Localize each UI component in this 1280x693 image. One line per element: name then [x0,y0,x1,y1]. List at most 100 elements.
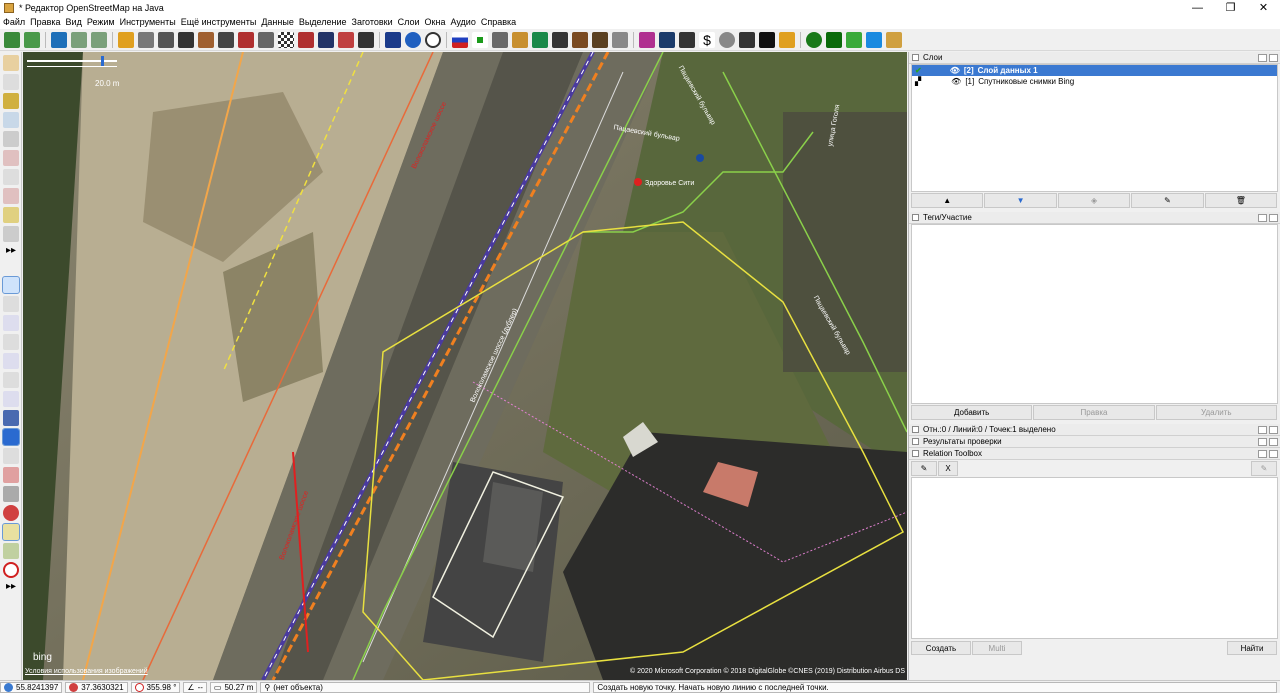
line-icon[interactable] [338,31,354,48]
properties-button[interactable]: ✎ [1131,193,1204,208]
visibility-icon[interactable]: 👁 [950,66,960,75]
shirt-icon[interactable] [659,31,675,48]
clock-icon[interactable] [425,31,441,48]
detach-icon[interactable] [1258,449,1267,458]
edit-tag-button[interactable]: Правка [1033,405,1155,420]
close-icon[interactable] [1269,449,1278,458]
person-icon[interactable] [739,31,755,48]
close-button[interactable]: ✕ [1247,0,1280,15]
merge-button[interactable]: ◈ [1057,193,1131,208]
sign-icon[interactable] [318,31,334,48]
car-icon[interactable] [358,31,374,48]
layers-toggle-icon[interactable] [2,276,20,294]
delete-tag-button[interactable]: Удалить [1155,405,1277,420]
camera-icon[interactable] [679,31,695,48]
detach-icon[interactable] [1258,425,1267,434]
menu-edit[interactable]: Правка [30,17,60,27]
paperclip-icon[interactable] [719,31,735,48]
imagery2-icon[interactable] [91,31,107,48]
map-paint-icon[interactable] [3,486,19,502]
draw-icon[interactable] [3,93,19,109]
multi-button[interactable]: Multi [972,641,1022,655]
detach-icon[interactable] [1258,437,1267,446]
imagery-icon[interactable] [71,31,87,48]
layer-row[interactable]: ▞ 👁 [1] Спутниковые снимки Bing [912,76,1277,87]
tractor-icon[interactable] [178,31,194,48]
add-tag-button[interactable]: Добавить [911,405,1033,420]
balloon-icon[interactable] [512,31,528,48]
building-icon[interactable] [218,31,234,48]
menu-data[interactable]: Данные [261,17,294,27]
download-icon[interactable] [4,31,20,48]
stop-icon[interactable] [3,562,19,578]
visibility-icon[interactable]: 👁 [951,77,961,86]
dollar-icon[interactable]: $ [699,31,715,48]
create-relation-button[interactable]: Создать [911,641,971,655]
grass-icon[interactable] [846,31,862,48]
move-up-button[interactable]: ▲ [911,193,984,208]
relation-pencil-icon[interactable]: ✎ [1251,461,1277,476]
menu-layers[interactable]: Слои [398,17,420,27]
delete-icon[interactable] [3,131,19,147]
maximize-button[interactable]: ❐ [1214,0,1247,15]
forest-icon[interactable] [826,31,842,48]
validation-icon[interactable] [2,428,20,446]
gate-icon[interactable] [138,31,154,48]
minimize-button[interactable]: — [1181,0,1214,15]
bing-icon[interactable] [51,31,67,48]
barrier-icon[interactable] [158,31,174,48]
tags-toggle-icon[interactable] [3,296,19,312]
close-icon[interactable] [1269,437,1278,446]
filter-icon[interactable] [3,315,19,331]
menu-presets[interactable]: Заготовки [352,17,393,27]
move-down-button[interactable]: ▼ [984,193,1057,208]
relation-edit-icon[interactable]: ✎ [911,461,937,476]
menu-file[interactable]: Файл [3,17,25,27]
church-icon[interactable] [612,31,628,48]
close-icon[interactable] [1269,425,1278,434]
water-icon[interactable] [866,31,882,48]
close-icon[interactable] [1269,213,1278,222]
cart-icon[interactable] [639,31,655,48]
bag-icon[interactable] [779,31,795,48]
changeset-icon[interactable] [3,372,19,388]
bollard-icon[interactable] [118,31,134,48]
menu-windows[interactable]: Окна [425,17,446,27]
menu-more-tools[interactable]: Ещё инструменты [181,17,257,27]
castle-icon[interactable] [572,31,588,48]
expand-icon[interactable] [912,438,919,445]
collapse-icon[interactable] [912,450,919,457]
history-icon[interactable] [3,334,19,350]
measurement-icon[interactable] [3,543,19,559]
tower-icon[interactable] [258,31,274,48]
globe-icon[interactable] [405,31,421,48]
tree-icon[interactable] [532,31,548,48]
wall-icon[interactable] [238,31,254,48]
detach-icon[interactable] [1258,53,1267,62]
author-icon[interactable] [3,391,19,407]
conflict-icon[interactable] [3,353,19,369]
select-icon[interactable] [3,55,19,71]
fuel-icon[interactable] [492,31,508,48]
relation-icon[interactable] [3,410,19,426]
detach-icon[interactable] [1258,213,1267,222]
menu-view[interactable]: Вид [66,17,82,27]
more-dialogs-icon[interactable]: ▸▸ [3,581,19,597]
figure-icon[interactable] [759,31,775,48]
menu-selection[interactable]: Выделение [299,17,347,27]
menu-help[interactable]: Справка [481,17,516,27]
ticket-icon[interactable] [385,31,401,48]
funnel-icon[interactable] [3,448,19,464]
railway-icon[interactable] [198,31,214,48]
delete-layer-button[interactable]: 🗑 [1204,193,1278,208]
collapse-icon[interactable] [912,214,919,221]
brick-icon[interactable] [298,31,314,48]
upload-icon[interactable] [24,31,40,48]
tree2-icon[interactable] [806,31,822,48]
map-view[interactable]: 20.0 m Волоколамское шоссе Волоколамское… [23,52,907,680]
wheat-icon[interactable] [886,31,902,48]
factory-icon[interactable] [592,31,608,48]
zoom-icon[interactable] [3,112,19,128]
collapse-icon[interactable] [912,54,919,61]
expand-icon[interactable] [912,426,919,433]
